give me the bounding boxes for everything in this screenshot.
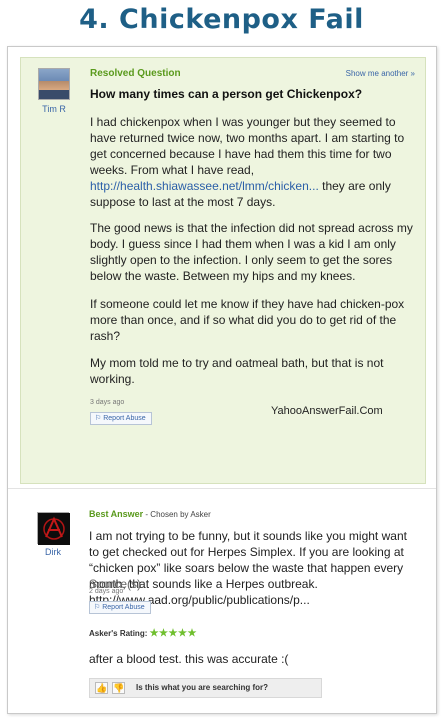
asker-rating: Asker's Rating: ★★★★★ <box>89 628 197 639</box>
question-body-paragraph: If someone could let me know if they hav… <box>90 297 405 343</box>
thumbs-down-icon[interactable]: 👎 <box>112 682 125 694</box>
flag-icon: ⚐ <box>94 604 101 611</box>
answers-frame: Tim R Resolved Question Show me another … <box>7 46 437 714</box>
question-body-paragraph: The good news is that the infection did … <box>90 221 413 283</box>
show-another-link[interactable]: Show me another » <box>346 69 415 78</box>
answer-timestamp: 2 days ago <box>89 588 124 595</box>
best-answer-label: Best Answer - Chosen by Asker <box>89 509 211 519</box>
asker-name[interactable]: Tim R <box>29 104 79 114</box>
report-abuse-button[interactable]: ⚐ Report Abuse <box>89 601 151 614</box>
question-timestamp: 3 days ago <box>90 399 125 406</box>
page-title: 4. Chickenpox Fail <box>79 4 364 35</box>
resolved-question-label: Resolved Question <box>90 68 181 79</box>
question-title: How many times can a person get Chickenp… <box>90 87 363 101</box>
feedback-prompt: Is this what you are searching for? <box>136 683 269 692</box>
watermark-text: YahooAnswerFail.Com <box>271 405 383 417</box>
avatar[interactable] <box>38 68 70 100</box>
question-body-paragraph: My mom told me to try and oatmeal bath, … <box>90 356 384 386</box>
question-body-paragraph: I had chickenpox when I was younger but … <box>90 115 405 209</box>
feedback-bar: 👍 👎 Is this what you are searching for? <box>89 678 322 698</box>
flag-icon: ⚐ <box>95 415 102 422</box>
rating-comment: after a blood test. this was accurate :( <box>89 652 289 666</box>
source-label: Source(s): <box>89 577 145 591</box>
thumbs-up-icon[interactable]: 👍 <box>95 682 108 694</box>
answerer-name[interactable]: Dirk <box>28 547 78 557</box>
avatar[interactable] <box>37 512 70 545</box>
report-abuse-button[interactable]: ⚐ Report Abuse <box>90 412 152 425</box>
question-link[interactable]: http://health.shiawassee.net/lmm/chicken… <box>90 179 319 193</box>
divider <box>8 488 436 489</box>
question-panel: Tim R Resolved Question Show me another … <box>20 57 426 484</box>
rating-stars: ★★★★★ <box>149 628 197 639</box>
